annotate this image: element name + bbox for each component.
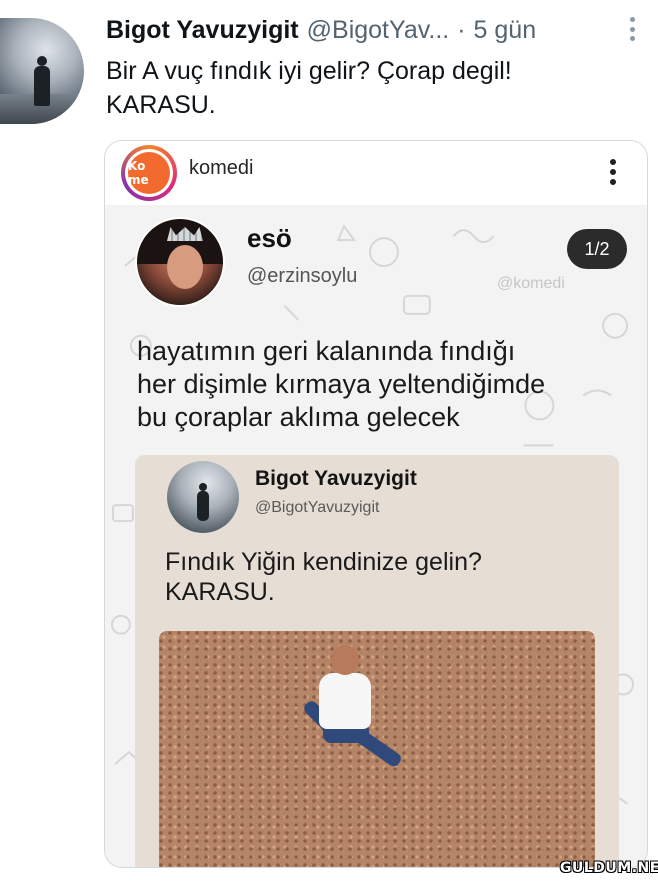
avatar-figure (34, 56, 50, 106)
quoted-author-handle: @BigotYavuzyigit (255, 499, 380, 516)
tweet-text: Bir A vuç fındık iyi gelir? Çorap degil!… (106, 57, 512, 119)
account-name[interactable]: komedi (189, 157, 253, 180)
tweet-time[interactable]: 5 gün (474, 16, 537, 45)
instagram-header: Ko me komedi (105, 141, 647, 205)
media-card[interactable]: Ko me komedi esö @erzinsoylu 1/2 @komedi… (104, 140, 648, 868)
separator-dot: · (457, 15, 466, 44)
tweet-header: Bigot Yavuzyigit @BigotYav... · 5 gün (106, 12, 646, 48)
post-image: esö @erzinsoylu 1/2 @komedi hayatımın ge… (105, 205, 647, 867)
komedi-logo-icon[interactable]: Ko me (121, 145, 177, 201)
page-indicator-badge: 1/2 (567, 229, 627, 269)
logo-text: Ko me (128, 152, 170, 194)
post-watermark: @komedi (497, 275, 565, 292)
more-options-icon[interactable] (622, 14, 642, 44)
author-handle[interactable]: @BigotYav... (307, 16, 450, 45)
kebab-menu-icon[interactable] (603, 155, 623, 189)
hazelnut-photo (159, 631, 595, 867)
quoted-author-name: Bigot Yavuzyigit (255, 467, 417, 490)
author-name[interactable]: Bigot Yavuzyigit (106, 16, 299, 45)
quoted-text: Fındık Yiğin kendinize gelin? KARASU. (165, 548, 482, 606)
eso-avatar[interactable] (135, 217, 225, 307)
post-author-name: esö (247, 223, 292, 253)
post-author-handle: @erzinsoylu (247, 265, 358, 287)
post-text: hayatımın geri kalanında fındığı her diş… (137, 336, 546, 432)
man-figure (283, 645, 433, 815)
author-avatar[interactable] (0, 18, 84, 124)
quoted-author-avatar (167, 461, 239, 533)
site-watermark: GULDUM.NET (560, 860, 658, 876)
quoted-tweet: Bigot Yavuzyigit @BigotYavuzyigit Fındık… (135, 455, 619, 867)
